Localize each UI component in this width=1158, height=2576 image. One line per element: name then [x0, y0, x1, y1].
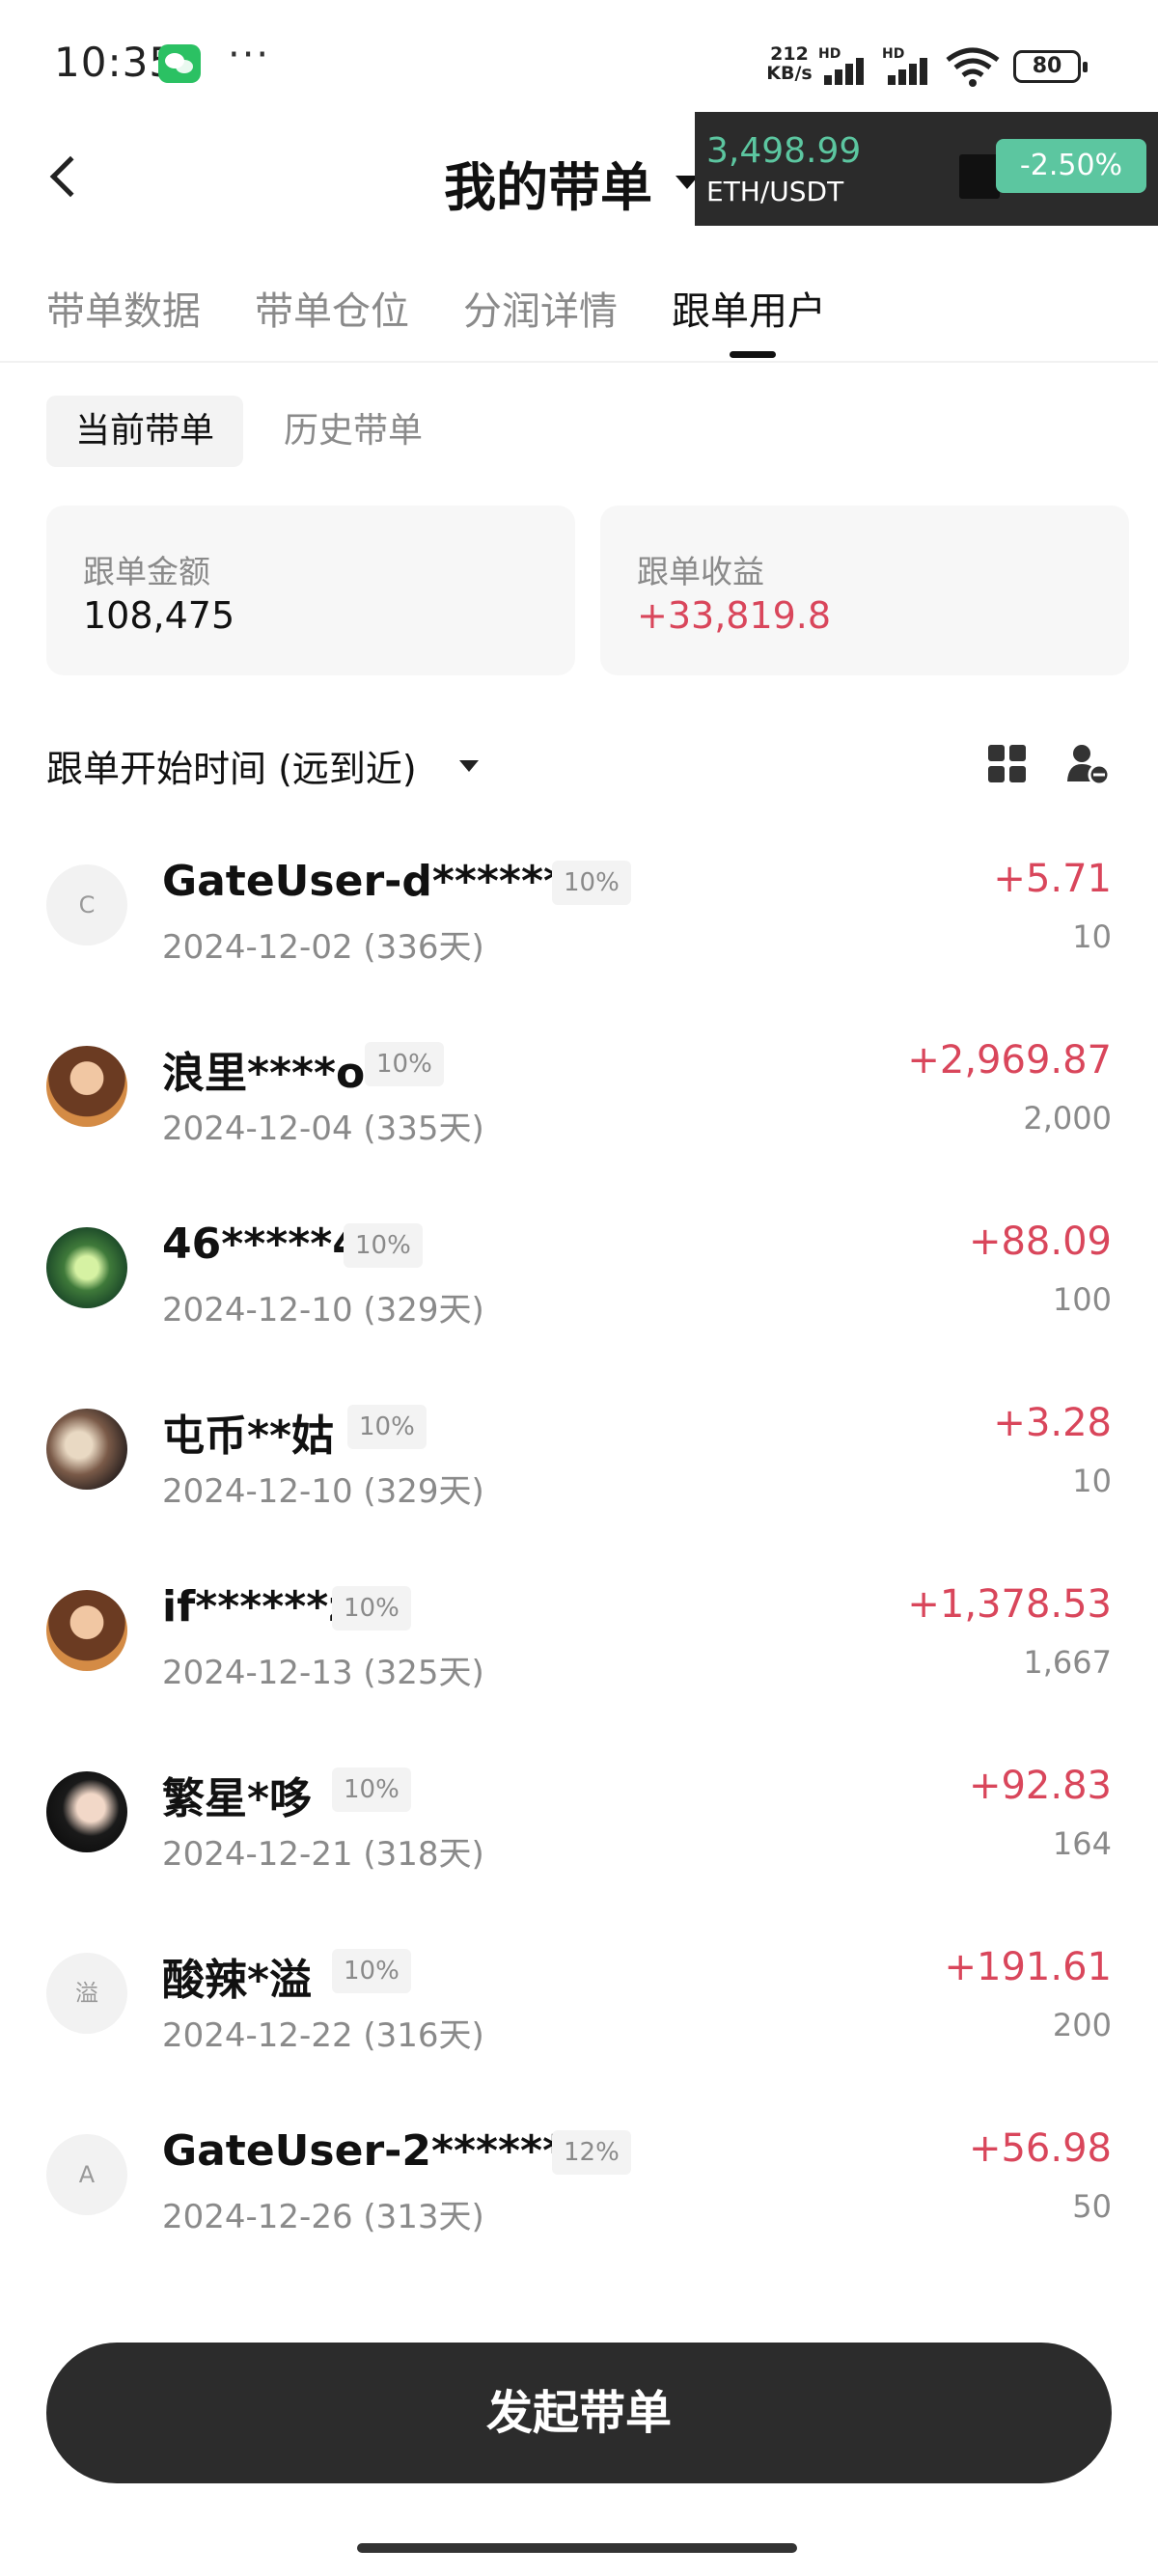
follower-name: 屯币**姑: [162, 1411, 335, 1461]
share-ratio-badge: 10%: [365, 1042, 444, 1086]
subtab-current[interactable]: 当前带单: [46, 396, 244, 467]
ticker-change-badge: -2.50%: [996, 139, 1146, 193]
follow-profit-card: 跟单收益 +33,819.8: [600, 506, 1129, 675]
share-ratio-badge: 10%: [332, 1949, 411, 1993]
ticker-pair: ETH/USDT: [706, 176, 844, 207]
home-indicator[interactable]: [357, 2543, 797, 2553]
avatar: [46, 1227, 127, 1308]
launch-copy-trade-button[interactable]: 发起带单: [46, 2343, 1112, 2483]
list-item[interactable]: if******z 10% 2024-12-13 (325天) +1,378.5…: [0, 1555, 1158, 1737]
follower-profit: +88.09: [968, 1219, 1112, 1264]
follow-date: 2024-12-21 (318天): [162, 1835, 484, 1874]
wechat-icon: [158, 44, 201, 83]
list-item[interactable]: 繁星*哆 10% 2024-12-21 (318天) +92.83 164: [0, 1737, 1158, 1918]
follower-amount: 50: [1072, 2188, 1112, 2225]
follow-date: 2024-12-13 (325天): [162, 1654, 484, 1692]
list-item[interactable]: 溢 酸辣*溢 10% 2024-12-22 (316天) +191.61 200: [0, 1918, 1158, 2099]
avatar: [46, 1409, 127, 1490]
follower-name: GateUser-2******a: [162, 2126, 593, 2176]
price-ticker-overlay[interactable]: 3,498.99 ETH/USDT -2.50%: [695, 112, 1158, 226]
follower-amount: 164: [1052, 1825, 1112, 1862]
main-tabs: 带单数据 带单仓位 分润详情 跟单用户: [0, 270, 1158, 363]
follow-amount-value: 108,475: [83, 594, 235, 637]
follow-date: 2024-12-10 (329天): [162, 1291, 484, 1329]
avatar: [46, 1590, 127, 1671]
avatar: A: [46, 2134, 127, 2215]
follower-amount: 10: [1072, 918, 1112, 955]
follower-profit: +5.71: [993, 857, 1112, 901]
follower-profit: +191.61: [944, 1945, 1112, 1989]
user-remove-icon[interactable]: [1065, 743, 1110, 785]
follow-date: 2024-12-10 (329天): [162, 1472, 484, 1511]
tab-copy-positions[interactable]: 带单仓位: [255, 280, 409, 336]
share-ratio-badge: 10%: [344, 1223, 423, 1268]
back-arrow-icon[interactable]: [49, 155, 92, 198]
follower-name: 46*****4: [162, 1219, 362, 1269]
follow-date: 2024-12-04 (335天): [162, 1110, 484, 1148]
follow-date: 2024-12-22 (316天): [162, 2016, 484, 2055]
follow-profit-label: 跟单收益: [637, 553, 764, 590]
follower-profit: +56.98: [968, 2126, 1112, 2171]
tab-profit-share[interactable]: 分润详情: [463, 280, 618, 336]
share-ratio-badge: 10%: [332, 1586, 411, 1631]
network-speed: 212 KB/s: [758, 44, 820, 83]
list-item[interactable]: 46*****4 10% 2024-12-10 (329天) +88.09 10…: [0, 1192, 1158, 1374]
list-item[interactable]: C GateUser-d******c 10% 2024-12-02 (336天…: [0, 830, 1158, 1011]
signal-2-icon: HD: [882, 46, 940, 85]
more-dots-icon: ···: [228, 33, 271, 77]
follow-amount-card: 跟单金额 108,475: [46, 506, 575, 675]
signal-1-icon: HD: [818, 46, 876, 85]
follower-amount: 100: [1052, 1281, 1112, 1318]
share-ratio-badge: 12%: [552, 2130, 631, 2175]
follower-name: GateUser-d******c: [162, 857, 592, 906]
follow-date: 2024-12-26 (313天): [162, 2198, 484, 2236]
list-item[interactable]: A GateUser-2******a 12% 2024-12-26 (313天…: [0, 2099, 1158, 2281]
follow-date: 2024-12-02 (336天): [162, 928, 484, 967]
follow-amount-label: 跟单金额: [83, 553, 210, 590]
subtab-history[interactable]: 历史带单: [255, 396, 452, 467]
follow-profit-value: +33,819.8: [637, 594, 832, 637]
follower-name: 酸辣*溢: [162, 1956, 313, 2005]
page-title[interactable]: 我的带单: [444, 145, 652, 221]
tab-followers[interactable]: 跟单用户: [672, 280, 826, 336]
follower-profit: +1,378.53: [907, 1582, 1112, 1627]
ticker-price: 3,498.99: [706, 131, 862, 171]
follower-amount: 200: [1052, 2007, 1112, 2043]
network-speed-unit: KB/s: [766, 63, 813, 84]
follower-profit: +2,969.87: [907, 1038, 1112, 1082]
list-item[interactable]: 浪里****o 10% 2024-12-04 (335天) +2,969.87 …: [0, 1011, 1158, 1192]
follower-amount: 1,667: [1023, 1644, 1112, 1681]
battery-indicator: 80: [1013, 50, 1088, 83]
sort-selector[interactable]: 跟单开始时间 (远到近): [46, 739, 417, 792]
avatar: [46, 1046, 127, 1127]
follower-name: if******z: [162, 1582, 353, 1631]
follower-profit: +3.28: [993, 1401, 1112, 1445]
tab-copy-data[interactable]: 带单数据: [46, 280, 201, 336]
avatar: [46, 1771, 127, 1852]
avatar: 溢: [46, 1953, 127, 2034]
network-speed-value: 212: [770, 43, 809, 65]
follower-amount: 2,000: [1023, 1100, 1112, 1137]
follower-name: 浪里****o: [162, 1049, 366, 1098]
active-tab-indicator: [730, 351, 776, 358]
wifi-icon: [946, 47, 1000, 87]
avatar: C: [46, 864, 127, 945]
follower-name: 繁星*哆: [162, 1774, 313, 1823]
sort-caret-icon[interactable]: [459, 760, 479, 772]
status-bar: 10:35 ··· 212 KB/s HD HD 80: [0, 0, 1158, 116]
follower-amount: 10: [1072, 1463, 1112, 1499]
book-icon: [959, 154, 1000, 199]
follower-profit: +92.83: [968, 1764, 1112, 1808]
share-ratio-badge: 10%: [332, 1768, 411, 1812]
list-item[interactable]: 屯币**姑 10% 2024-12-10 (329天) +3.28 10: [0, 1374, 1158, 1555]
share-ratio-badge: 10%: [347, 1405, 427, 1449]
share-ratio-badge: 10%: [552, 861, 631, 905]
grid-view-icon[interactable]: [988, 745, 1027, 783]
